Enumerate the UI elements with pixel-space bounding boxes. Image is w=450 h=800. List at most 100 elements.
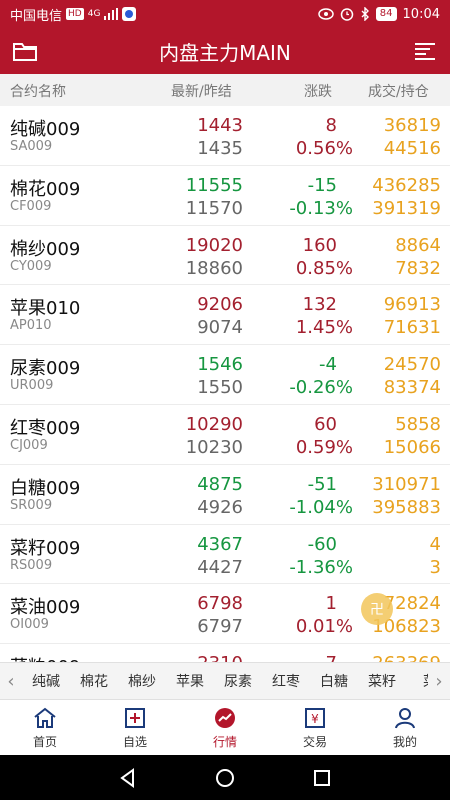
- tab-label: 首页: [32, 734, 57, 749]
- contract-code: OI009: [10, 617, 49, 633]
- change-percent: 0.59%: [295, 436, 353, 458]
- category-item[interactable]: 纯碱: [22, 671, 70, 691]
- contract-name: 红枣009: [10, 417, 81, 439]
- volume: 4: [429, 533, 441, 555]
- clock: 10:04: [402, 6, 440, 22]
- app-notification-icon: [122, 7, 137, 21]
- latest-price: 4367: [197, 533, 243, 555]
- svg-text:¥: ¥: [311, 712, 319, 726]
- price-change: -4: [319, 354, 337, 376]
- latest-price: 1546: [197, 354, 243, 376]
- contract-code: SR009: [10, 497, 53, 513]
- contract-name: 棉花009: [10, 178, 81, 200]
- latest-price: 4875: [197, 473, 243, 495]
- tab-label: 我的: [392, 734, 417, 749]
- price-change: -60: [307, 533, 337, 555]
- price-change: 60: [314, 413, 337, 435]
- volume: 36819: [383, 115, 441, 136]
- category-item[interactable]: 棉纱: [118, 671, 166, 691]
- alarm-icon: [340, 8, 354, 21]
- quote-row[interactable]: 白糖009 SR009 4875 4926 -51 -1.04% 310971 395883: [0, 465, 450, 525]
- home-circle-icon[interactable]: [215, 768, 235, 788]
- open-interest: 15066: [383, 436, 441, 458]
- contract-name: 白糖009: [10, 477, 81, 499]
- signal-icon: [104, 8, 119, 20]
- tab-market[interactable]: 行情: [180, 700, 270, 755]
- app-header: 内盘主力MAIN: [0, 28, 450, 74]
- quote-row[interactable]: 棉纱009 CY009 19020 18860 160 0.85% 8864 7832: [0, 226, 450, 286]
- latest-price: 19020: [185, 234, 243, 256]
- column-name[interactable]: 合约名称: [10, 81, 66, 101]
- open-interest: 7832: [395, 257, 441, 279]
- tab-trade[interactable]: ¥ 交易: [270, 700, 360, 755]
- open-interest: 44516: [383, 138, 441, 159]
- column-price[interactable]: 最新/昨结: [171, 81, 232, 101]
- tab-home[interactable]: 首页: [0, 700, 90, 755]
- status-bar: 中国电信 HD 4G 84 10:04: [0, 0, 450, 28]
- open-interest: 391319: [372, 197, 441, 219]
- menu-icon[interactable]: [412, 39, 438, 63]
- open-interest: 395883: [372, 496, 441, 518]
- contract-name: 苹果010: [10, 298, 81, 320]
- price-change: 1: [325, 593, 337, 615]
- quote-list: 纯碱009 SA009 1443 1435 8 0.56% 36819 44516 棉花009 C…: [0, 106, 450, 662]
- category-item[interactable]: 尿素: [214, 671, 262, 691]
- float-assistant-button[interactable]: 卍: [361, 593, 393, 625]
- contract-name: 菜油009: [10, 597, 81, 619]
- category-item[interactable]: 菜籽: [358, 671, 406, 691]
- chevron-left-icon[interactable]: ‹: [0, 671, 22, 692]
- quote-row[interactable]: 菜粕009 2310 7 263369: [0, 644, 450, 662]
- open-interest: 71631: [383, 317, 441, 339]
- recents-icon[interactable]: [312, 768, 332, 788]
- quote-row[interactable]: 尿素009 UR009 1546 1550 -4 -0.26% 24570 83374: [0, 345, 450, 405]
- tab-label: 行情: [212, 734, 237, 749]
- trade-icon: ¥: [305, 707, 325, 728]
- quote-row[interactable]: 菜籽009 RS009 4367 4427 -60 -1.36% 4 3: [0, 525, 450, 585]
- quote-row[interactable]: 苹果010 AP010 9206 9074 132 1.45% 96913 71631: [0, 285, 450, 346]
- eye-icon: [318, 8, 334, 20]
- contract-name: 菜籽009: [10, 537, 81, 559]
- category-item[interactable]: 白糖: [310, 671, 358, 691]
- column-change[interactable]: 涨跌: [304, 81, 332, 101]
- bluetooth-icon: [361, 7, 369, 21]
- quote-row[interactable]: 纯碱009 SA009 1443 1435 8 0.56% 36819 44516: [0, 106, 450, 166]
- latest-price: 2310: [197, 653, 243, 662]
- prev-settle: 4427: [197, 556, 243, 578]
- prev-settle: 4926: [197, 496, 243, 518]
- price-change: -51: [307, 473, 337, 495]
- price-change: -15: [307, 174, 337, 196]
- change-percent: -0.13%: [289, 197, 353, 219]
- tab-watchlist[interactable]: 自选: [90, 700, 180, 755]
- change-percent: -1.36%: [289, 556, 353, 578]
- prev-settle: 9074: [197, 317, 243, 339]
- folder-icon[interactable]: [12, 39, 38, 63]
- category-item[interactable]: 红枣: [262, 671, 310, 691]
- page-title: 内盘主力MAIN: [159, 40, 291, 65]
- market-icon: [215, 707, 235, 728]
- volume: 5858: [395, 413, 441, 435]
- network-label: 4G: [87, 9, 101, 19]
- latest-price: 1443: [197, 115, 243, 136]
- category-item[interactable]: 苹果: [166, 671, 214, 691]
- quote-row[interactable]: 棉花009 CF009 11555 11570 -15 -0.13% 436285 39131…: [0, 166, 450, 226]
- contract-name: 纯碱009: [10, 119, 81, 140]
- chevron-right-icon[interactable]: ›: [428, 671, 450, 692]
- latest-price: 10290: [185, 413, 243, 435]
- quote-row[interactable]: 红枣009 CJ009 10290 10230 60 0.59% 5858 15066: [0, 405, 450, 465]
- category-item[interactable]: 菜: [406, 671, 428, 691]
- contract-code: CY009: [10, 258, 52, 274]
- tab-label: 自选: [122, 734, 147, 749]
- volume: 24570: [383, 354, 441, 376]
- tab-profile[interactable]: 我的: [360, 700, 450, 755]
- prev-settle: 1550: [197, 377, 243, 399]
- watchlist-icon: [125, 707, 145, 728]
- contract-name: 菜粕009: [10, 653, 80, 662]
- hd-badge: HD: [66, 8, 84, 20]
- back-icon[interactable]: [118, 767, 138, 788]
- tab-label: 交易: [302, 734, 327, 749]
- contract-code: CF009: [10, 198, 52, 214]
- column-volume[interactable]: 成交/持仓: [368, 81, 429, 101]
- category-item[interactable]: 棉花: [70, 671, 118, 691]
- open-interest: 83374: [383, 377, 441, 399]
- system-nav-bar: [0, 755, 450, 800]
